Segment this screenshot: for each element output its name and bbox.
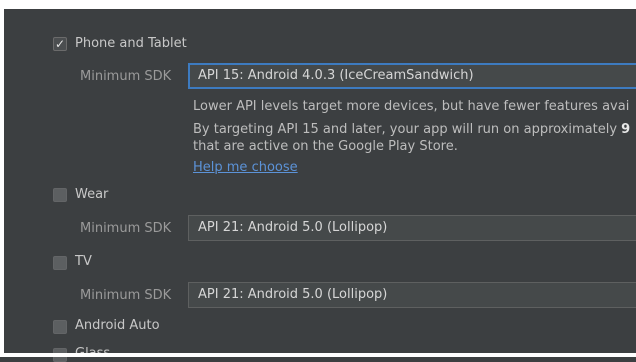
help-me-choose-link[interactable]: Help me choose bbox=[193, 160, 298, 175]
tv-label: TV bbox=[75, 254, 92, 269]
phone-tablet-label: Phone and Tablet bbox=[75, 36, 187, 51]
wear-min-sdk-select[interactable]: API 21: Android 5.0 (Lollipop) bbox=[188, 215, 636, 241]
tv-min-sdk-select[interactable]: API 21: Android 5.0 (Lollipop) bbox=[188, 282, 636, 308]
window-left-edge bbox=[0, 0, 4, 357]
tv-checkbox[interactable] bbox=[53, 256, 67, 270]
api-info-line-2: By targeting API 15 and later, your app … bbox=[193, 122, 630, 137]
phone-tablet-min-sdk-label: Minimum SDK bbox=[80, 69, 172, 84]
phone-tablet-checkbox[interactable]: ✓ bbox=[53, 37, 67, 51]
phone-tablet-min-sdk-select[interactable]: API 15: Android 4.0.3 (IceCreamSandwich) bbox=[188, 63, 636, 89]
wear-min-sdk-value: API 21: Android 5.0 (Lollipop) bbox=[198, 220, 388, 235]
wear-label: Wear bbox=[75, 187, 109, 202]
android-auto-label: Android Auto bbox=[75, 318, 160, 333]
api-info-line-1: Lower API levels target more devices, bu… bbox=[193, 99, 630, 114]
api-info-line-2-text: By targeting API 15 and later, your app … bbox=[193, 122, 618, 137]
phone-tablet-min-sdk-value: API 15: Android 4.0.3 (IceCreamSandwich) bbox=[198, 68, 474, 83]
window-bottom-edge bbox=[0, 353, 636, 357]
form-factor-panel: ✓ Phone and Tablet Minimum SDK API 15: A… bbox=[0, 0, 636, 362]
tv-min-sdk-label: Minimum SDK bbox=[80, 288, 172, 303]
wear-min-sdk-label: Minimum SDK bbox=[80, 221, 172, 236]
window-top-edge bbox=[0, 0, 636, 9]
api-info-line-3: that are active on the Google Play Store… bbox=[193, 139, 458, 154]
api-info-percentage: 9 bbox=[621, 122, 631, 137]
tv-min-sdk-value: API 21: Android 5.0 (Lollipop) bbox=[198, 287, 388, 302]
wear-checkbox[interactable] bbox=[53, 188, 67, 202]
android-auto-checkbox[interactable] bbox=[53, 320, 67, 334]
